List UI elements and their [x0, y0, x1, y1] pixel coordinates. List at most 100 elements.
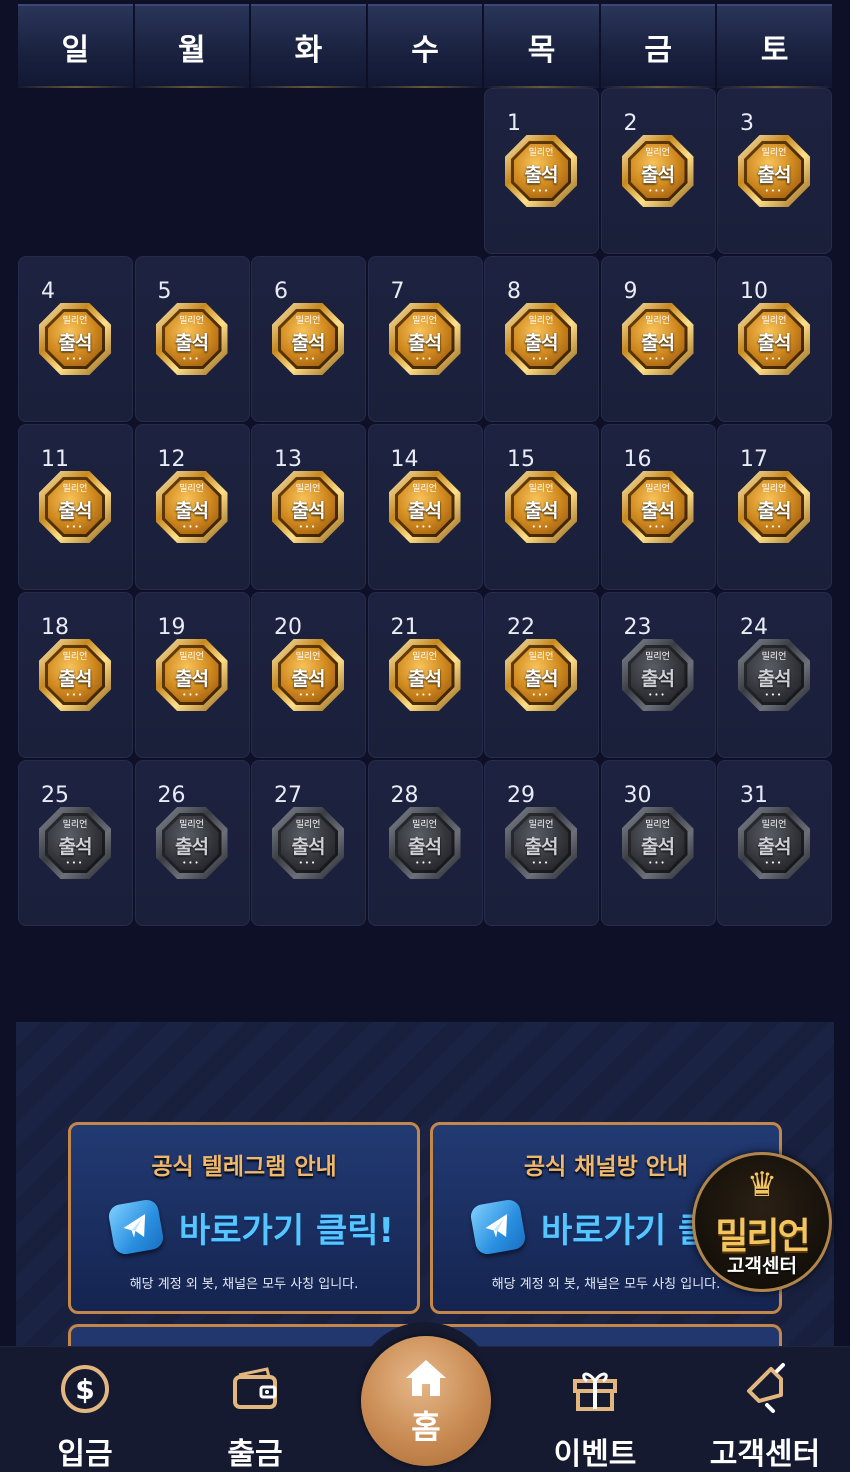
calendar-day-cell[interactable]: 16 밀리언 출석 ••• — [600, 424, 716, 590]
calendar-day-cell[interactable]: 29 밀리언 출석 ••• — [484, 760, 599, 926]
day-number: 21 — [390, 615, 419, 640]
stamp-brand: 밀리언 — [412, 484, 437, 494]
stamp-label: 출석 — [757, 836, 792, 858]
day-number: 13 — [274, 447, 302, 472]
telegram-banner[interactable]: 공식 텔레그램 안내 바로가기 클릭! 해당 계정 외 봇, 채널은 모두 사칭… — [68, 1122, 420, 1314]
dollar-coin-icon: $ — [57, 1361, 113, 1417]
stamp-brand: 밀리언 — [295, 484, 321, 494]
calendar-day-cell[interactable]: 14 밀리언 출석 ••• — [367, 424, 483, 590]
stamp-brand: 밀리언 — [528, 652, 554, 662]
stamp-label: 출석 — [524, 836, 559, 858]
day-number: 12 — [157, 447, 186, 472]
stamp-label: 출석 — [291, 500, 326, 522]
calendar-day-cell[interactable]: 13 밀리언 출석 ••• — [251, 424, 366, 590]
stamp-brand: 밀리언 — [295, 316, 321, 326]
day-number: 29 — [507, 783, 535, 808]
calendar-day-cell[interactable]: 7 밀리언 출석 ••• — [367, 256, 483, 422]
stamp-label: 출석 — [524, 668, 559, 690]
calendar-day-cell[interactable]: 1 밀리언 출석 ••• — [484, 88, 599, 254]
calendar-day-cell[interactable]: 4 밀리언 출석 ••• — [18, 256, 133, 422]
nav-withdraw[interactable]: 출금 — [180, 1347, 330, 1472]
calendar-day-cell[interactable]: 25 밀리언 출석 ••• — [18, 760, 133, 926]
empty-cell — [18, 88, 133, 254]
calendar-day-cell[interactable]: 15 밀리언 출석 ••• — [484, 424, 599, 590]
stamp-brand: 밀리언 — [645, 148, 670, 158]
attendance-stamp-empty-icon: 밀리언 출석 ••• — [738, 807, 810, 879]
attendance-stamp-empty-icon: 밀리언 출석 ••• — [155, 807, 228, 879]
attendance-stamp-icon: 밀리언 출석 ••• — [388, 639, 461, 711]
day-number: 5 — [157, 279, 172, 304]
attendance-stamp-icon: 밀리언 출석 ••• — [272, 303, 344, 375]
day-number: 18 — [41, 615, 69, 640]
calendar-day-cell[interactable]: 21 밀리언 출석 ••• — [367, 592, 483, 758]
calendar-day-cell[interactable]: 27 밀리언 출석 ••• — [251, 760, 366, 926]
stamp-brand: 밀리언 — [528, 316, 554, 326]
banner-title: 공식 텔레그램 안내 — [151, 1154, 337, 1180]
stamp-brand: 밀리언 — [179, 316, 204, 326]
home-icon — [404, 1358, 448, 1398]
stamp-label: 출석 — [757, 500, 792, 522]
stamp-brand: 밀리언 — [528, 820, 554, 830]
home-button[interactable]: 홈 — [361, 1336, 491, 1466]
calendar-day-cell[interactable]: 17 밀리언 출석 ••• — [717, 424, 832, 590]
calendar-day-cell[interactable]: 28 밀리언 출석 ••• — [367, 760, 483, 926]
day-number: 8 — [507, 279, 521, 304]
calendar-day-cell[interactable]: 24 밀리언 출석 ••• — [717, 592, 832, 758]
empty-cell — [368, 88, 483, 254]
stamp-brand: 밀리언 — [62, 316, 88, 326]
nav-label: 출금 — [227, 1437, 283, 1472]
nav-event[interactable]: 이벤트 — [520, 1347, 670, 1472]
nav-support[interactable]: 고객센터 — [690, 1347, 840, 1472]
calendar-day-cell[interactable]: 9 밀리언 출석 ••• — [600, 256, 716, 422]
calendar-day-cell[interactable]: 31 밀리언 출석 ••• — [717, 760, 832, 926]
stamp-label: 출석 — [408, 668, 442, 690]
calendar-day-cell[interactable]: 8 밀리언 출석 ••• — [484, 256, 599, 422]
calendar-day-cell[interactable]: 18 밀리언 출석 ••• — [18, 592, 133, 758]
stamp-label: 출석 — [175, 332, 209, 354]
stamp-brand: 밀리언 — [412, 820, 437, 830]
home-label: 홈 — [411, 1408, 441, 1446]
day-number: 9 — [623, 279, 638, 304]
calendar-day-cell[interactable]: 30 밀리언 출석 ••• — [600, 760, 716, 926]
calendar-day-cell[interactable]: 10 밀리언 출석 ••• — [717, 256, 832, 422]
day-number: 24 — [740, 615, 768, 640]
stamp-brand: 밀리언 — [761, 316, 787, 326]
stamp-dots: ••• — [182, 355, 201, 363]
calendar-day-cell[interactable]: 12 밀리언 출석 ••• — [134, 424, 250, 590]
calendar-day-cell[interactable]: 11 밀리언 출석 ••• — [18, 424, 133, 590]
stamp-label: 출석 — [757, 668, 792, 690]
calendar-day-cell[interactable]: 26 밀리언 출석 ••• — [134, 760, 250, 926]
weekday-wed: 수 — [367, 4, 483, 88]
calendar-day-cell[interactable]: 19 밀리언 출석 ••• — [134, 592, 250, 758]
nav-label: 입금 — [57, 1437, 113, 1472]
stamp-label: 출석 — [641, 500, 675, 522]
stamp-brand: 밀리언 — [295, 652, 321, 662]
calendar-day-cell[interactable]: 20 밀리언 출석 ••• — [251, 592, 366, 758]
day-number: 30 — [623, 783, 652, 808]
stamp-brand: 밀리언 — [528, 148, 554, 158]
stamp-brand: 밀리언 — [645, 484, 670, 494]
stamp-dots: ••• — [65, 523, 85, 531]
day-number: 23 — [623, 615, 652, 640]
weekday-fri: 금 — [600, 4, 716, 88]
attendance-stamp-empty-icon: 밀리언 출석 ••• — [272, 807, 344, 879]
calendar-day-cell[interactable]: 5 밀리언출석 ••• — [134, 256, 250, 422]
customer-center-float-button[interactable]: ♛ 밀리언 고객센터 — [692, 1152, 832, 1292]
calendar-day-cell[interactable]: 3 밀리언 출석 ••• — [717, 88, 832, 254]
stamp-dots: ••• — [531, 187, 551, 195]
calendar-day-cell[interactable]: 6 밀리언 출석 ••• — [251, 256, 366, 422]
stamp-dots: ••• — [182, 859, 201, 867]
stamp-dots: ••• — [531, 523, 551, 531]
attendance-stamp-icon: 밀리언 출석 ••• — [738, 303, 810, 375]
stamp-label: 출석 — [58, 668, 93, 690]
stamp-dots: ••• — [415, 523, 434, 531]
telegram-icon — [469, 1198, 527, 1256]
calendar-day-cell[interactable]: 23 밀리언 출석 ••• — [600, 592, 716, 758]
calendar-day-cell[interactable]: 2 밀리언 출석 ••• — [600, 88, 716, 254]
attendance-stamp-icon: 밀리언 출석 ••• — [505, 135, 577, 207]
nav-deposit[interactable]: $ 입금 — [10, 1347, 160, 1472]
stamp-dots: ••• — [298, 859, 318, 867]
stamp-label: 출석 — [408, 332, 442, 354]
attendance-stamp-icon: 밀리언 출석 ••• — [505, 303, 577, 375]
calendar-day-cell[interactable]: 22 밀리언 출석 ••• — [484, 592, 599, 758]
